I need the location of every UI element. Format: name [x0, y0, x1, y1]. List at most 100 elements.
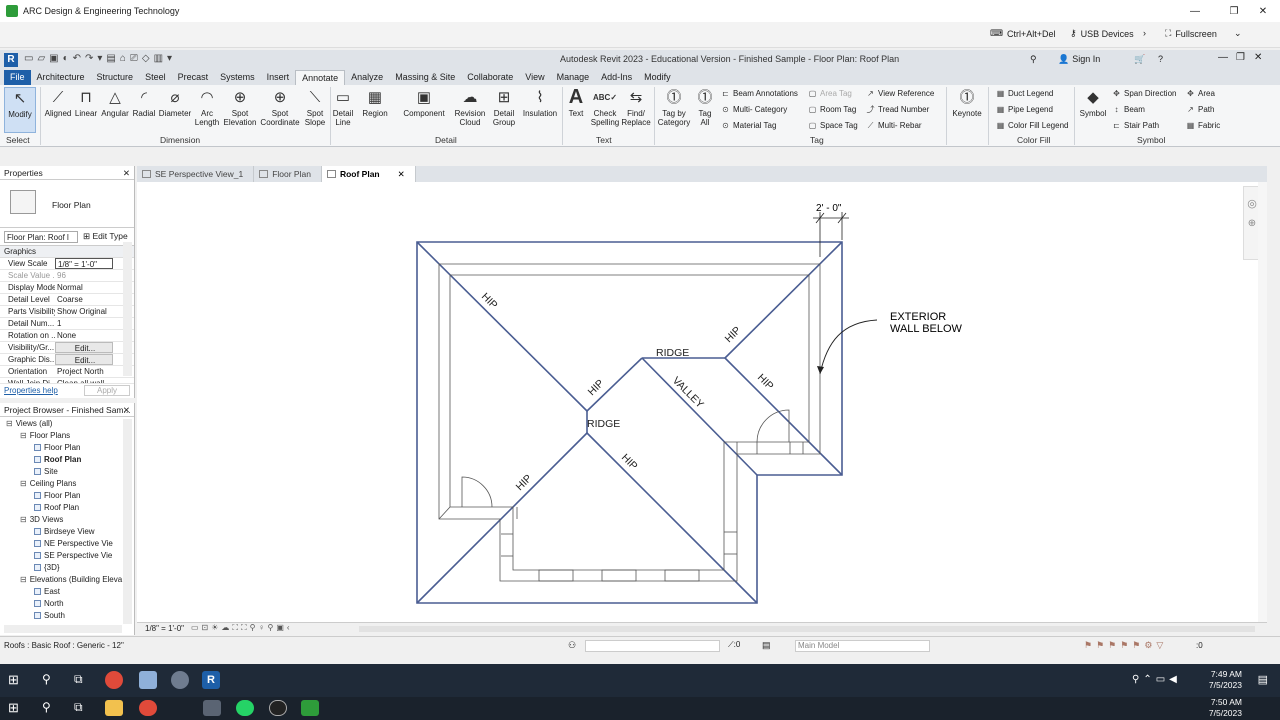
- tab-massing-site[interactable]: Massing & Site: [389, 70, 461, 85]
- text-button[interactable]: A Text: [565, 87, 587, 119]
- diameter-dim-button[interactable]: ⌀ Diameter: [158, 87, 192, 119]
- revit-taskbar-icon[interactable]: R: [202, 671, 220, 689]
- obs-icon[interactable]: [269, 700, 287, 716]
- region-button[interactable]: ▦ Region: [360, 87, 390, 119]
- tab-manage[interactable]: Manage: [551, 70, 596, 85]
- cart-icon[interactable]: 🛒: [1134, 54, 1145, 65]
- tab-modify[interactable]: Modify: [638, 70, 677, 85]
- tray-icons[interactable]: ⚲⌃▭◀: [1132, 674, 1181, 685]
- angular-dim-button[interactable]: △ Angular: [100, 87, 130, 119]
- color-fill-legend-button[interactable]: ▦ Color Fill Legend: [996, 121, 1069, 130]
- view-reference-button[interactable]: ↗ View Reference: [866, 89, 934, 98]
- graphic-display-edit-button[interactable]: Edit...: [55, 354, 113, 365]
- revit-logo-icon[interactable]: R: [4, 53, 18, 67]
- remote-desktop-icon[interactable]: [301, 700, 319, 716]
- space-tag-button[interactable]: ▢ Space Tag: [808, 121, 858, 130]
- label-hip[interactable]: HIP: [619, 452, 640, 473]
- task-view-icon[interactable]: ⧉: [74, 672, 83, 687]
- browser-item[interactable]: ⊟ Ceiling Plans: [20, 479, 76, 488]
- tab-insert[interactable]: Insert: [261, 70, 296, 85]
- canvas-h-scrollbar[interactable]: [359, 626, 1255, 632]
- browser-item[interactable]: ⊟ 3D Views: [20, 515, 63, 524]
- fabric-button[interactable]: ▦ Fabric: [1186, 121, 1221, 130]
- browser-item[interactable]: SE Perspective Vie: [34, 551, 112, 560]
- aligned-dim-button[interactable]: ⟋ Aligned: [43, 87, 73, 119]
- close-tab-icon[interactable]: ✕: [398, 169, 405, 179]
- tab-architecture[interactable]: Architecture: [31, 70, 91, 85]
- multi-category-button[interactable]: ⊙ Multi- Category: [721, 105, 787, 114]
- browser-item[interactable]: Roof Plan: [34, 455, 81, 464]
- tab-file[interactable]: File: [4, 70, 31, 85]
- ctrl-alt-del-button[interactable]: ⌨ Ctrl+Alt+Del: [990, 28, 1056, 39]
- tab-floor-plan[interactable]: Floor Plan: [254, 166, 322, 182]
- dimension-text[interactable]: 2' - 0": [816, 203, 842, 214]
- modify-button[interactable]: ↖ Modify: [4, 87, 36, 133]
- browser-item[interactable]: NE Perspective Vie: [34, 539, 113, 548]
- revit-restore-button[interactable]: ❐: [1236, 52, 1245, 63]
- stair-path-button[interactable]: ⊏ Stair Path: [1112, 121, 1159, 130]
- edit-type-button[interactable]: ⊞ Edit Type: [83, 231, 128, 242]
- panel-tag[interactable]: Tag: [810, 135, 824, 145]
- graphics-section[interactable]: Graphics: [0, 246, 134, 258]
- calculator-icon[interactable]: [203, 700, 221, 716]
- spot-coordinate-button[interactable]: ⊕ Spot Coordinate: [259, 87, 301, 128]
- label-ridge[interactable]: RIDGE: [587, 418, 620, 430]
- whatsapp-icon[interactable]: [236, 700, 254, 716]
- type-selector-preview[interactable]: Floor Plan: [0, 180, 134, 228]
- tab-precast[interactable]: Precast: [172, 70, 215, 85]
- browser-item[interactable]: South: [34, 611, 65, 620]
- fullscreen-button[interactable]: ⛶ Fullscreen: [1165, 28, 1217, 39]
- close-icon[interactable]: ✕: [123, 166, 130, 180]
- dimension-2ft[interactable]: [813, 212, 849, 257]
- browser-item[interactable]: ⊟ Views (all): [6, 419, 52, 428]
- multi-rebar-button[interactable]: ⟋ Multi- Rebar: [866, 121, 922, 130]
- workset-dropdown[interactable]: [585, 640, 720, 652]
- notification-icon[interactable]: ▤: [1258, 673, 1268, 686]
- browser-item[interactable]: Floor Plan: [34, 443, 80, 452]
- close-window-button[interactable]: ✕: [1246, 0, 1280, 22]
- tab-systems[interactable]: Systems: [214, 70, 261, 85]
- help-icon[interactable]: ?: [1158, 54, 1163, 64]
- tab-analyze[interactable]: Analyze: [345, 70, 389, 85]
- chevron-right-icon[interactable]: ›: [1143, 28, 1146, 38]
- room-tag-button[interactable]: ▢ Room Tag: [808, 105, 857, 114]
- linear-dim-button[interactable]: ⊓ Linear: [73, 87, 99, 119]
- arc-length-button[interactable]: ◠ Arc Length: [193, 87, 221, 128]
- area-tag-button[interactable]: ▢ Area Tag: [808, 89, 852, 98]
- browser-item[interactable]: Site: [34, 467, 58, 476]
- file-icon[interactable]: [139, 671, 157, 689]
- search-icon[interactable]: ⚲: [42, 672, 51, 686]
- tread-number-button[interactable]: ⤴ Tread Number: [866, 105, 930, 114]
- view-scale-field[interactable]: 1/8" = 1'-0": [55, 258, 113, 269]
- view-selector-dropdown[interactable]: Floor Plan: Roof l: [4, 231, 78, 243]
- label-hip[interactable]: HIP: [479, 291, 500, 312]
- tag-all-button[interactable]: ⓵ Tag All: [693, 87, 717, 128]
- revit-close-button[interactable]: ✕: [1254, 52, 1262, 63]
- canvas-v-scrollbar[interactable]: [1258, 182, 1267, 622]
- spot-elevation-button[interactable]: ⊕ Spot Elevation: [222, 87, 258, 128]
- properties-help-link[interactable]: Properties help: [4, 386, 58, 395]
- chrome-icon[interactable]: [105, 671, 123, 689]
- material-tag-button[interactable]: ⊙ Material Tag: [721, 121, 776, 130]
- drawing-canvas[interactable]: 2' - 0" EXTERIOR WALL BELOW HIP HIP HIP …: [137, 182, 1267, 622]
- browser-item[interactable]: Floor Plan: [34, 491, 80, 500]
- chevron-down-icon[interactable]: ⌄: [1234, 28, 1242, 39]
- component-button[interactable]: ▣ Component: [400, 87, 448, 119]
- sign-in-button[interactable]: 👤 Sign In: [1058, 54, 1100, 65]
- apply-button[interactable]: Apply: [84, 385, 130, 396]
- windows-start-icon[interactable]: ⊞: [8, 700, 19, 716]
- tab-collaborate[interactable]: Collaborate: [461, 70, 519, 85]
- span-direction-button[interactable]: ✥ Span Direction: [1112, 89, 1176, 98]
- scale-button[interactable]: 1/8" = 1'-0": [145, 624, 184, 633]
- view-control-icons[interactable]: ▭⊡☀☁⛶⛶⚲♀⚲▣‹: [191, 623, 293, 633]
- tab-steel[interactable]: Steel: [139, 70, 172, 85]
- check-spelling-button[interactable]: ABC✓ Check Spelling: [589, 87, 621, 128]
- note-line-1[interactable]: EXTERIOR: [890, 311, 946, 323]
- browser-item[interactable]: ⊟ Elevations (Building Eleva: [20, 575, 122, 584]
- workset-icon[interactable]: ⚇: [568, 640, 576, 651]
- tab-annotate[interactable]: Annotate: [295, 70, 346, 85]
- search-icon[interactable]: ⚲: [42, 700, 51, 714]
- qat-icons[interactable]: ▭▱▣◐↶↷▾▤⌂⎚◇▥▾: [24, 53, 176, 64]
- properties-scrollbar[interactable]: [123, 242, 132, 376]
- chrome-icon[interactable]: [139, 700, 157, 716]
